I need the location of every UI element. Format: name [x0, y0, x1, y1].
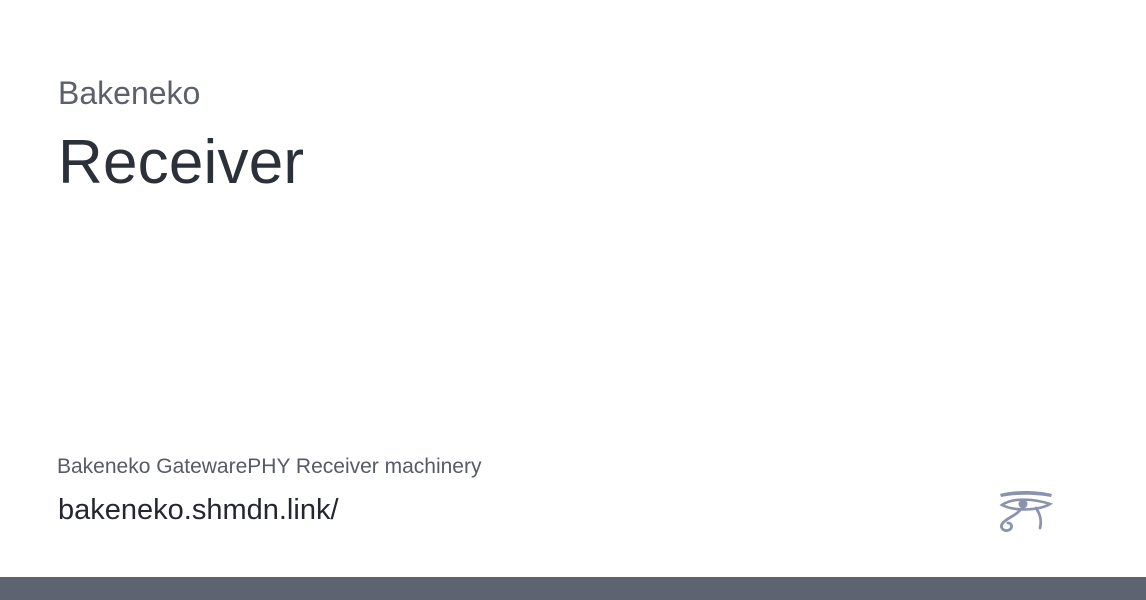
page-description: Bakeneko GatewarePHY Receiver machinery — [57, 455, 482, 478]
site-name: Bakeneko — [58, 75, 201, 111]
footer-bar — [0, 577, 1146, 600]
site-url-link[interactable]: bakeneko.shmdn.link/ — [58, 491, 339, 529]
page-title: Receiver — [58, 128, 305, 197]
social-preview-card: Bakeneko Receiver Bakeneko GatewarePHY R… — [0, 0, 1146, 600]
eye-of-horus-icon — [996, 488, 1056, 534]
